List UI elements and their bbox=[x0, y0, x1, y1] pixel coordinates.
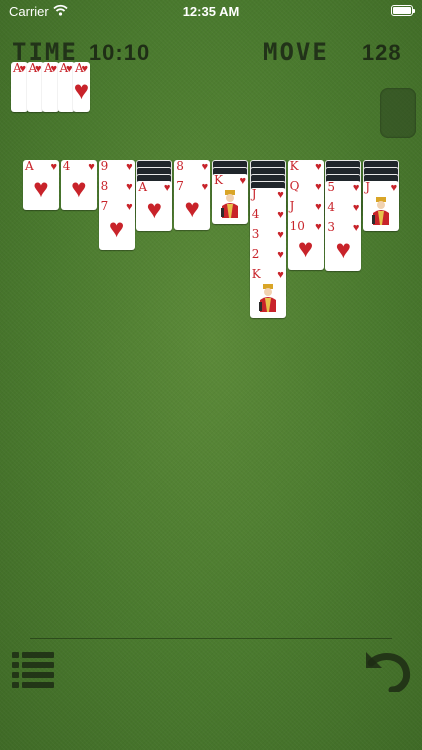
heart-icon: ♥ bbox=[126, 181, 133, 193]
card-rank: 4 bbox=[251, 208, 260, 221]
heart-icon: ♥ bbox=[50, 63, 57, 75]
playing-card[interactable]: 7 ♥ ♥ bbox=[98, 200, 135, 250]
heart-icon: ♥ bbox=[239, 175, 246, 187]
heart-icon: ♥ bbox=[88, 161, 95, 173]
card-rank: 3 bbox=[251, 228, 260, 241]
heart-icon: ♥ bbox=[277, 189, 284, 201]
card-rank: J bbox=[365, 181, 370, 194]
foundation-card[interactable]: A ♥ bbox=[26, 62, 44, 112]
playing-card[interactable]: J ♥ bbox=[363, 181, 400, 231]
heart-icon: ♥ bbox=[81, 63, 88, 75]
heart-icon: ♥ bbox=[315, 221, 322, 233]
playing-card[interactable]: 7 ♥ ♥ bbox=[174, 180, 211, 230]
undo-icon[interactable] bbox=[362, 644, 412, 692]
playing-card[interactable]: 4 ♥ ♥ bbox=[60, 160, 97, 210]
heart-icon: ♥ bbox=[315, 181, 322, 193]
playing-card[interactable]: 3 ♥ ♥ bbox=[325, 221, 362, 271]
heart-icon: ♥ bbox=[315, 161, 322, 173]
heart-icon: ♥ bbox=[277, 269, 284, 281]
playing-card[interactable]: K ♥ bbox=[249, 268, 286, 318]
playing-card[interactable]: K ♥ bbox=[212, 174, 248, 224]
heart-icon: ♥ bbox=[34, 63, 42, 75]
card-rank: K bbox=[251, 268, 261, 281]
heart-icon: ♥ bbox=[126, 161, 133, 173]
heart-icon: ♥ bbox=[352, 202, 360, 214]
face-card-portrait bbox=[372, 197, 390, 225]
card-rank: 4 bbox=[62, 160, 71, 173]
card-rank: K bbox=[289, 160, 299, 173]
card-rank: 7 bbox=[100, 200, 109, 213]
move-value: 128 bbox=[361, 40, 402, 65]
card-rank: 9 bbox=[100, 160, 109, 173]
heart-icon: ♥ bbox=[108, 213, 125, 243]
card-rank: 3 bbox=[327, 221, 336, 234]
playing-card[interactable]: 10 ♥ ♥ bbox=[287, 220, 324, 270]
heart-icon: ♥ bbox=[277, 249, 284, 261]
card-rank: J bbox=[289, 200, 295, 213]
card-rank: Q bbox=[289, 180, 300, 193]
heart-icon: ♥ bbox=[335, 234, 352, 264]
playing-card[interactable]: A ♥ ♥ bbox=[136, 181, 173, 231]
divider bbox=[30, 638, 392, 639]
heart-icon: ♥ bbox=[65, 63, 73, 75]
clock: 12:35 AM bbox=[182, 4, 240, 19]
foundation-card[interactable]: A ♥ bbox=[42, 62, 59, 112]
face-card-portrait bbox=[221, 190, 238, 218]
heart-icon: ♥ bbox=[163, 182, 171, 194]
heart-icon: ♥ bbox=[277, 229, 284, 241]
card-rank: J bbox=[251, 188, 257, 201]
heart-icon: ♥ bbox=[390, 182, 398, 194]
heart-icon: ♥ bbox=[277, 209, 284, 221]
move-stat: MOVE 128 bbox=[263, 38, 402, 66]
card-rank: A bbox=[25, 160, 34, 173]
heart-icon: ♥ bbox=[19, 63, 26, 75]
heart-icon: ♥ bbox=[352, 182, 360, 194]
heart-icon: ♥ bbox=[184, 193, 200, 223]
card-rank: 2 bbox=[251, 248, 260, 261]
heart-icon: ♥ bbox=[50, 161, 57, 173]
status-bar: Carrier 12:35 AM bbox=[0, 0, 422, 22]
card-rank: 4 bbox=[327, 201, 336, 214]
stock-pile[interactable] bbox=[380, 88, 416, 138]
card-rank: K bbox=[214, 174, 223, 187]
playing-card[interactable]: A ♥ ♥ bbox=[23, 160, 59, 210]
foundation-card[interactable]: A ♥ bbox=[57, 62, 75, 112]
heart-icon: ♥ bbox=[73, 75, 90, 105]
card-rank: 8 bbox=[176, 160, 184, 173]
heart-icon: ♥ bbox=[146, 194, 163, 224]
menu-icon[interactable] bbox=[12, 648, 56, 690]
card-rank: 8 bbox=[100, 180, 109, 193]
foundation-card[interactable]: A ♥ bbox=[11, 62, 28, 112]
heart-icon: ♥ bbox=[126, 201, 133, 213]
heart-icon: ♥ bbox=[315, 201, 322, 213]
heart-icon: ♥ bbox=[297, 233, 314, 263]
card-rank: 7 bbox=[176, 180, 184, 193]
battery-icon bbox=[391, 5, 415, 16]
card-rank: 10 bbox=[289, 220, 305, 233]
heart-icon: ♥ bbox=[201, 161, 209, 173]
foundation-card[interactable]: A ♥ ♥ bbox=[73, 62, 90, 112]
card-rank: A bbox=[138, 181, 148, 194]
heart-icon: ♥ bbox=[33, 173, 49, 203]
face-card-portrait bbox=[258, 284, 276, 312]
time-value: 10:10 bbox=[88, 40, 151, 65]
heart-icon: ♥ bbox=[201, 181, 209, 193]
heart-icon: ♥ bbox=[71, 173, 87, 203]
heart-icon: ♥ bbox=[352, 222, 360, 234]
move-label: MOVE bbox=[263, 38, 329, 66]
card-rank: 5 bbox=[327, 181, 336, 194]
